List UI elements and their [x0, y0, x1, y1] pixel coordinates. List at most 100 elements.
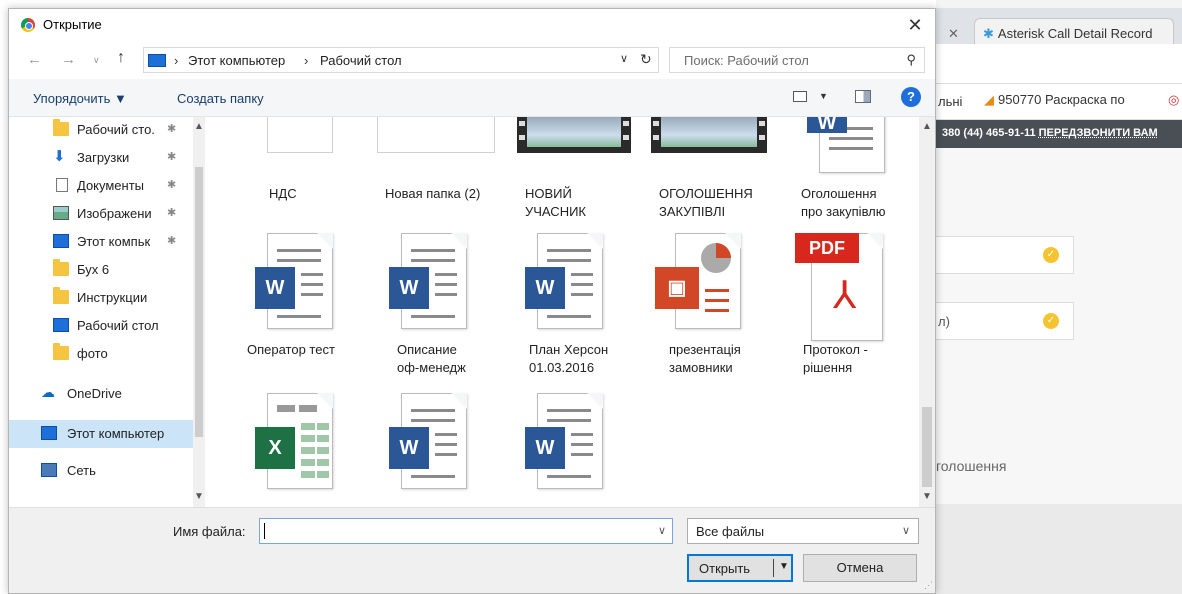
chevron-right-icon[interactable]: › [174, 53, 178, 68]
text-line [547, 409, 591, 412]
computer-icon [148, 54, 166, 67]
scroll-up-icon[interactable]: ▲ [922, 121, 932, 132]
sidebar-scroll-thumb[interactable] [195, 167, 203, 437]
scroll-down-icon[interactable]: ▼ [922, 491, 932, 502]
file-item[interactable]: W [521, 393, 651, 507]
pin-icon[interactable]: ✱ [167, 178, 176, 191]
new-folder-button[interactable]: Создать папку [177, 91, 264, 106]
chevron-down-icon[interactable]: ∨ [658, 524, 666, 537]
text-line [547, 259, 591, 262]
site-content: ✓ л) ✓ голошення [936, 148, 1182, 594]
film-hole [759, 135, 765, 140]
site-field-2[interactable]: л) ✓ [936, 302, 1074, 340]
refresh-icon[interactable]: ↻ [640, 51, 652, 68]
text-line [435, 443, 457, 446]
bookmark-partial[interactable]: льні [938, 94, 962, 109]
asterisk-icon: ✱ [983, 26, 994, 41]
sidebar-item-buh6[interactable]: Бух 6 [9, 256, 193, 284]
cell [301, 459, 315, 466]
preview-pane-icon[interactable] [855, 90, 871, 103]
open-button[interactable]: Открыть ▼ [687, 554, 793, 582]
file-item[interactable]: W Описание оф-менедж [389, 233, 519, 383]
file-type-select[interactable]: Все файлы ∨ [687, 518, 919, 544]
sidebar-item-this-pc[interactable]: Этот компьютер [9, 420, 193, 448]
section-label: голошення [936, 458, 1007, 474]
view-icon[interactable] [793, 91, 807, 102]
file-item[interactable]: ОГОЛОШЕННЯ ЗАКУПІВЛІ [651, 117, 781, 219]
sidebar-item-desktop[interactable]: Рабочий сто. ✱ [9, 116, 193, 144]
file-name: Новая папка (2) [385, 186, 481, 201]
view-dropdown-icon[interactable]: ▼ [819, 91, 828, 101]
pin-icon[interactable]: ✱ [167, 150, 176, 163]
sidebar-item-network[interactable]: Сеть [9, 457, 193, 477]
file-item[interactable]: НОВИЙ УЧАСНИК [517, 117, 647, 219]
file-list-scroll-thumb[interactable] [922, 407, 932, 487]
recent-chevron-icon[interactable]: ∨ [93, 55, 100, 66]
sidebar-item-this-pc-pinned[interactable]: Этот компьк ✱ [9, 228, 193, 256]
pin-icon[interactable]: ✱ [167, 206, 176, 219]
chevron-down-icon[interactable]: ∨ [620, 52, 628, 65]
help-icon[interactable]: ? [901, 87, 921, 107]
opera-icon[interactable]: ◎ [1168, 92, 1179, 108]
file-item[interactable]: X [247, 393, 377, 507]
file-item[interactable]: W Оголошення про закупівлю [793, 117, 919, 219]
sidebar-item-pictures[interactable]: Изображени ✱ [9, 200, 193, 228]
search-input[interactable]: Поиск: Рабочий стол ⚲ [669, 47, 925, 73]
sidebar-label: Этот компьк [77, 234, 151, 249]
documents-icon [56, 178, 68, 192]
chevron-down-icon[interactable]: ∨ [902, 524, 910, 537]
file-item[interactable]: НДС [247, 117, 377, 217]
file-name: План Херсон 01.03.2016 [529, 342, 609, 375]
cancel-button[interactable]: Отмена [803, 554, 917, 582]
file-item[interactable]: W План Херсон 01.03.2016 [521, 233, 651, 383]
scroll-down-icon[interactable]: ▼ [194, 491, 204, 502]
callback-link[interactable]: ПЕРЕДЗВОНИТИ ВАМ [1039, 127, 1158, 139]
field-text: л) [938, 314, 950, 329]
file-name: ОГОЛОШЕННЯ ЗАКУПІВЛІ [659, 186, 753, 219]
text-line [829, 147, 873, 150]
file-name-input[interactable]: ∨ [259, 518, 673, 544]
file-item[interactable]: ▣ презентація замовники [655, 233, 791, 383]
bookmark-item[interactable]: ◢ 950770 Раскраска по [984, 92, 1125, 108]
text-line [571, 293, 593, 296]
dropdown-arrow-icon[interactable]: ▼ [779, 561, 789, 572]
sidebar-item-desktop-2[interactable]: Рабочий стол [9, 312, 193, 340]
cell [301, 447, 315, 454]
text-line [547, 249, 591, 252]
breadcrumb-computer[interactable]: Этот компьютер [188, 53, 285, 68]
sidebar-item-onedrive[interactable]: ☁ OneDrive [9, 380, 193, 408]
bookmarks-bar: льні ◢ 950770 Раскраска по ◎ [936, 84, 1182, 120]
site-field-1[interactable]: ✓ [936, 236, 1074, 274]
sidebar-item-documents[interactable]: Документы ✱ [9, 172, 193, 200]
pin-icon[interactable]: ✱ [167, 122, 176, 135]
folder-icon [53, 287, 69, 304]
pin-icon[interactable]: ✱ [167, 234, 176, 247]
forward-icon[interactable]: → [61, 51, 76, 68]
sidebar-scrollbar[interactable]: ▲ ▼ [193, 117, 205, 507]
tab-close-icon[interactable]: ✕ [948, 26, 959, 42]
organize-button[interactable]: Упорядочить ▼ [33, 91, 127, 106]
file-list-scrollbar[interactable]: ▲ ▼ [919, 117, 935, 507]
close-button[interactable]: ✕ [895, 9, 935, 41]
text-line [571, 453, 593, 456]
sidebar-item-instructions[interactable]: Инструкции [9, 284, 193, 312]
back-icon[interactable]: ← [27, 51, 42, 68]
file-item[interactable]: W Оператор тест [247, 233, 377, 383]
text-line [301, 293, 323, 296]
text-line [571, 443, 593, 446]
film-hole [519, 121, 525, 126]
file-item[interactable]: Новая папка (2) [377, 117, 507, 217]
breadcrumb-desktop[interactable]: Рабочий стол [320, 53, 402, 68]
resize-grip-icon[interactable]: ⋰ [924, 580, 933, 591]
scroll-up-icon[interactable]: ▲ [194, 121, 204, 132]
chevron-right-icon[interactable]: › [304, 53, 308, 68]
pie-chart-icon [701, 243, 731, 273]
up-arrow-icon[interactable]: ↑ [117, 49, 125, 67]
sidebar-item-photo[interactable]: фото [9, 340, 193, 368]
sidebar-label: Рабочий сто. [77, 122, 155, 137]
breadcrumb[interactable]: › Этот компьютер › Рабочий стол ∨ ↻ [143, 47, 659, 73]
file-item[interactable]: PDF ⅄ Протокол - рішення [795, 233, 919, 383]
file-item[interactable]: W [389, 393, 519, 507]
text-line [435, 273, 457, 276]
sidebar-item-downloads[interactable]: ⬇ Загрузки ✱ [9, 144, 193, 172]
